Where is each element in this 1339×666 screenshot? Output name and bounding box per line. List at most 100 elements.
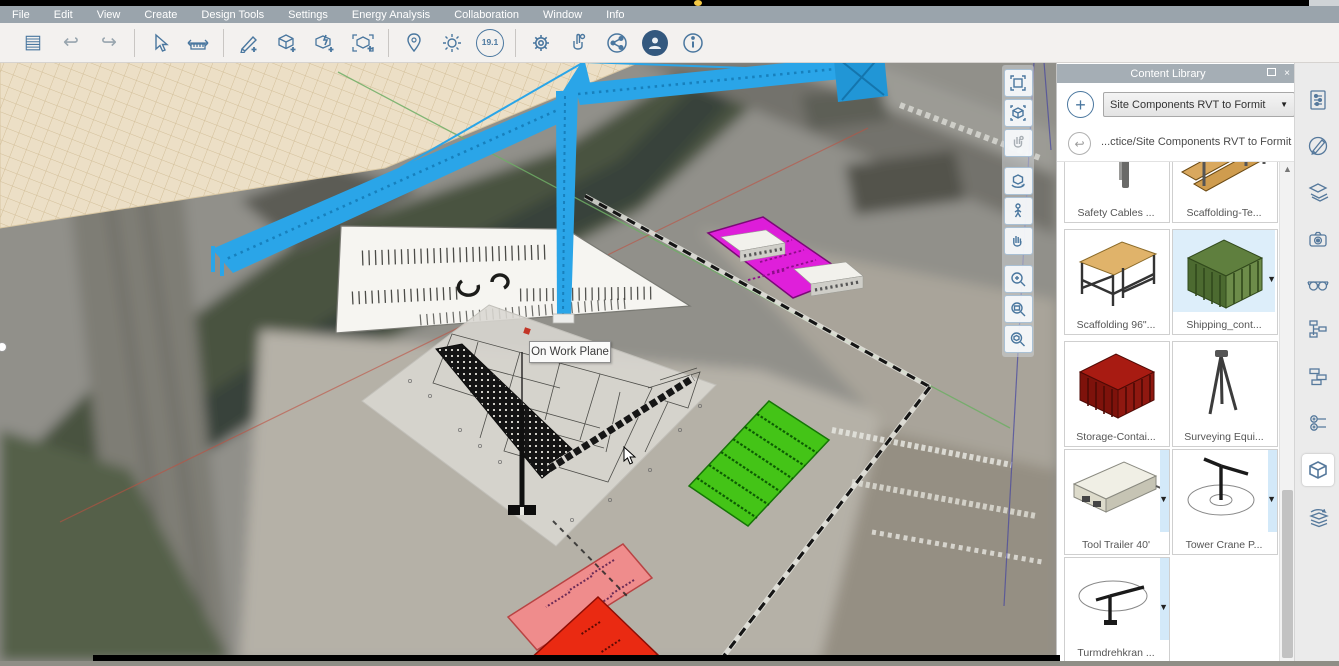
library-items-grid: Safety Cables ... Scaffolding-Te... Scaf…: [1057, 162, 1279, 661]
scaffolding-96-thumb-icon: [1065, 230, 1167, 312]
menu-settings[interactable]: Settings: [276, 9, 340, 21]
sketch-style-icon[interactable]: [1302, 130, 1334, 162]
item-label: Surveying Equi...: [1173, 431, 1275, 443]
toolbar-separator: [515, 29, 516, 57]
walkthrough-icon[interactable]: [1004, 197, 1033, 225]
zoom-in-icon[interactable]: [1004, 265, 1033, 293]
work-plane-tooltip: On Work Plane: [529, 341, 611, 363]
item-label: Safety Cables ...: [1065, 207, 1167, 219]
menu-file[interactable]: File: [0, 9, 42, 21]
share-network-icon[interactable]: [599, 28, 635, 58]
menu-edit[interactable]: Edit: [42, 9, 85, 21]
library-dropdown-value: Site Components RVT to Formit: [1110, 99, 1266, 111]
menu-design-tools[interactable]: Design Tools: [189, 9, 276, 21]
list-item-tower-crane-p[interactable]: Tower Crane P... ▼: [1172, 449, 1278, 555]
zoom-window-icon[interactable]: [1004, 295, 1033, 323]
item-variants-caret[interactable]: ▼: [1267, 494, 1276, 504]
add-library-button[interactable]: +: [1067, 91, 1094, 118]
scaffolding-te-thumb-icon: [1173, 162, 1275, 200]
float-panel-icon[interactable]: [1263, 68, 1279, 79]
groups-icon[interactable]: [1302, 360, 1334, 392]
close-panel-icon[interactable]: ×: [1279, 68, 1295, 79]
mouse-cursor: [622, 446, 638, 471]
item-variants-caret[interactable]: ▼: [1159, 602, 1168, 612]
edge-marker-dot: [0, 343, 7, 352]
selection-stripe: [1268, 450, 1277, 532]
menu-create[interactable]: Create: [132, 9, 189, 21]
item-variants-caret[interactable]: ▼: [1267, 274, 1276, 284]
library-path-row: ↩ ...ctice/Site Components RVT to Formit: [1057, 125, 1295, 162]
project-info-icon[interactable]: [1302, 84, 1334, 116]
content-library-icon[interactable]: [1302, 454, 1334, 486]
filters-icon[interactable]: [1302, 407, 1334, 439]
item-label: Tool Trailer 40': [1065, 539, 1167, 551]
sun-shadows-icon[interactable]: [434, 28, 470, 58]
redo-icon[interactable]: ↪: [91, 28, 127, 58]
visibility-glasses-icon[interactable]: [1302, 268, 1334, 300]
version-badge-text: 19.1: [476, 29, 504, 57]
undo-icon[interactable]: ↩: [53, 28, 89, 58]
list-item-storage-container[interactable]: Storage-Contai...: [1064, 341, 1170, 447]
measure-ruler-icon[interactable]: [180, 28, 216, 58]
turmdrehkran-thumb-icon: [1065, 558, 1167, 640]
menu-collaboration[interactable]: Collaboration: [442, 9, 531, 21]
item-variants-caret[interactable]: ▼: [1159, 494, 1168, 504]
chevron-down-icon: ▼: [1280, 100, 1288, 109]
imported-layers-icon[interactable]: [1302, 501, 1334, 533]
select-cursor-icon[interactable]: [142, 28, 178, 58]
list-item-tool-trailer[interactable]: Tool Trailer 40' ▼: [1064, 449, 1170, 555]
menu-energy-analysis[interactable]: Energy Analysis: [340, 9, 442, 21]
list-item-safety-cables[interactable]: Safety Cables ...: [1064, 162, 1170, 223]
menu-view[interactable]: View: [85, 9, 133, 21]
viewport-3d[interactable]: [0, 62, 1056, 661]
content-library-panel: Content Library × + Site Components RVT …: [1056, 62, 1295, 661]
scenes-camera-icon[interactable]: [1302, 223, 1334, 255]
levels-tree-icon[interactable]: [1302, 313, 1334, 345]
layers-icon[interactable]: [1302, 176, 1334, 208]
list-item-shipping-container[interactable]: Shipping_cont... ▼: [1172, 229, 1278, 335]
zoom-object-icon[interactable]: [1004, 325, 1033, 353]
version-badge[interactable]: 19.1: [472, 28, 508, 58]
group-add-icon[interactable]: [345, 28, 381, 58]
toolbar-separator: [134, 29, 135, 57]
settings-gear-icon[interactable]: [523, 28, 559, 58]
info-icon[interactable]: [675, 28, 711, 58]
video-playhead-dot: [694, 0, 702, 6]
user-avatar[interactable]: [637, 28, 673, 58]
storage-container-thumb-icon: [1065, 342, 1167, 424]
library-selector-row: + Site Components RVT to Formit ▼: [1057, 83, 1295, 126]
toolbar-separator: [223, 29, 224, 57]
selection-stripe: [1160, 450, 1169, 532]
frame-all-icon[interactable]: [1004, 69, 1033, 97]
list-item-scaffolding-96[interactable]: Scaffolding 96"...: [1064, 229, 1170, 335]
scrollbar-thumb[interactable]: [1282, 490, 1293, 658]
back-icon[interactable]: ↩: [1068, 132, 1091, 155]
library-dropdown[interactable]: Site Components RVT to Formit ▼: [1103, 92, 1295, 117]
item-label: Storage-Contai...: [1065, 431, 1167, 443]
primitive-add-icon[interactable]: [269, 28, 305, 58]
selection-stripe: [1160, 558, 1169, 640]
frame-selection-icon[interactable]: [1004, 99, 1033, 127]
list-item-surveying-equipment[interactable]: Surveying Equi...: [1172, 341, 1278, 447]
menu-window[interactable]: Window: [531, 9, 594, 21]
right-tool-rail: [1294, 62, 1339, 661]
import-add-icon[interactable]: [307, 28, 343, 58]
pan-icon[interactable]: [1004, 227, 1033, 255]
item-label: Scaffolding 96"...: [1065, 319, 1167, 331]
gesture-hand-icon[interactable]: [561, 28, 597, 58]
list-item-scaffolding-te[interactable]: Scaffolding-Te...: [1172, 162, 1278, 223]
menu-info[interactable]: Info: [594, 9, 636, 21]
location-pin-icon[interactable]: [396, 28, 432, 58]
scroll-up-arrow[interactable]: ▲: [1280, 164, 1295, 178]
tower-crane-thumb-icon: [1173, 450, 1275, 532]
view-list-icon[interactable]: ▤: [15, 28, 51, 58]
orbit-icon[interactable]: [1004, 167, 1033, 195]
draw-add-icon[interactable]: [231, 28, 267, 58]
video-letterbox-bar: [93, 655, 1060, 661]
item-label: Turmdrehkran ...: [1065, 647, 1167, 659]
list-item-turmdrehkran[interactable]: Turmdrehkran ... ▼: [1064, 557, 1170, 661]
orbit-hand-icon[interactable]: [1004, 129, 1033, 157]
surveying-equipment-thumb-icon: [1173, 342, 1275, 424]
item-label: Shipping_cont...: [1173, 319, 1275, 331]
content-library-titlebar[interactable]: Content Library ×: [1057, 64, 1295, 83]
